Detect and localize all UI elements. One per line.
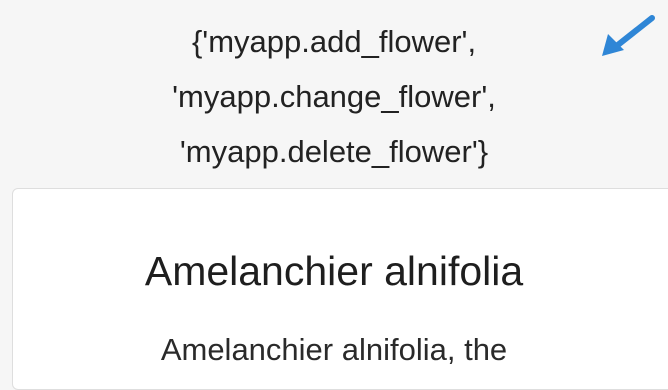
permission-line-add: {'myapp.add_flower', [191,24,477,59]
card-title: Amelanchier alnifolia [144,248,524,294]
permission-line-delete: 'myapp.delete_flower'} [179,134,489,169]
card-description: Amelanchier alnifolia, the [160,332,508,367]
arrow-pointer-icon [602,15,655,56]
permissions-output: {'myapp.add_flower', 'myapp.change_flowe… [0,14,668,179]
permission-line-change: 'myapp.change_flower', [172,79,496,114]
